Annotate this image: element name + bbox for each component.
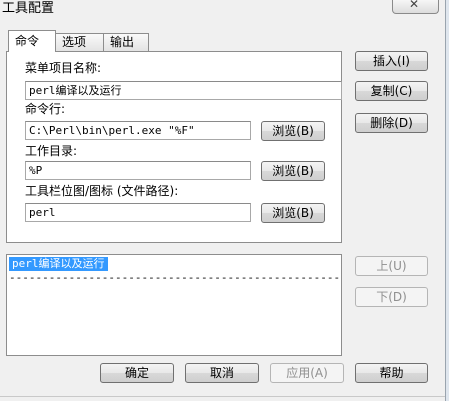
command-tab-panel: 菜单项目名称: perl编译以及运行 命令行: C:\Perl\bin\perl…	[6, 51, 342, 243]
ok-button[interactable]: 确定	[100, 363, 174, 383]
cancel-button[interactable]: 取消	[185, 363, 259, 383]
close-button[interactable]: ✕	[392, 0, 439, 14]
menu-name-field[interactable]: perl编译以及运行	[25, 81, 342, 100]
insert-button[interactable]: 插入(I)	[355, 51, 428, 71]
tab-options[interactable]: 选项	[55, 33, 104, 51]
move-up-button[interactable]: 上(U)	[355, 256, 428, 276]
browse-workdir-button[interactable]: 浏览(B)	[261, 161, 325, 181]
help-button[interactable]: 帮助	[355, 363, 428, 383]
title-bar: 工具配置 ✕	[0, 0, 449, 18]
move-down-button[interactable]: 下(D)	[355, 287, 428, 307]
menu-name-label: 菜单项目名称:	[25, 61, 102, 75]
command-field[interactable]: C:\Perl\bin\perl.exe "%F"	[25, 121, 251, 140]
window-frame-right	[445, 0, 449, 401]
browse-icon-button[interactable]: 浏览(B)	[261, 203, 325, 223]
workdir-field[interactable]: %P	[25, 161, 251, 180]
workdir-label: 工作目录:	[25, 144, 78, 158]
command-label: 命令行:	[25, 102, 66, 116]
icon-path-field[interactable]: perl	[25, 203, 251, 222]
tab-output[interactable]: 输出	[103, 33, 149, 51]
list-item-selected[interactable]: perl编译以及运行	[9, 257, 108, 271]
delete-button[interactable]: 删除(D)	[355, 113, 428, 133]
tool-list[interactable]: perl编译以及运行 -----------------------------…	[6, 254, 342, 356]
copy-button[interactable]: 复制(C)	[355, 81, 428, 101]
list-separator[interactable]: ----------------------------------------…	[9, 272, 339, 284]
window-title: 工具配置	[2, 1, 55, 16]
browse-command-button[interactable]: 浏览(B)	[261, 121, 325, 141]
apply-button[interactable]: 应用(A)	[270, 363, 344, 383]
icon-path-label: 工具栏位图/图标 (文件路径):	[25, 184, 179, 198]
bottom-divider	[0, 396, 445, 397]
close-icon: ✕	[409, 0, 420, 11]
tab-command[interactable]: 命令	[8, 30, 56, 52]
